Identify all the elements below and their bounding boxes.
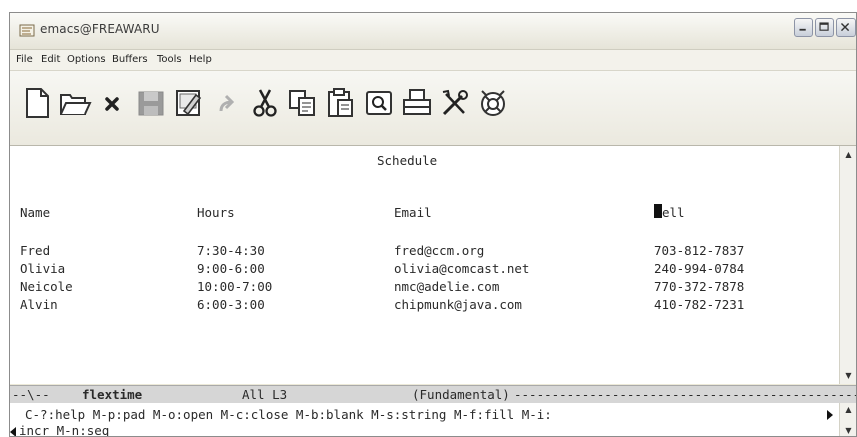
cell-phone: 410-782-7231 <box>654 297 745 312</box>
cell-email: fred@ccm.org <box>394 243 485 258</box>
cell-phone: 240-994-0784 <box>654 261 745 276</box>
text-cursor <box>654 204 662 218</box>
toolbar <box>10 71 856 146</box>
cell-hours: 10:00-7:00 <box>197 279 273 294</box>
maximize-icon <box>819 22 829 31</box>
cell-email: olivia@comcast.net <box>394 261 530 276</box>
cut-icon <box>253 89 277 117</box>
preferences-button[interactable] <box>438 86 472 120</box>
cut-button[interactable] <box>248 86 282 120</box>
modeline-position: All L3 <box>242 387 288 402</box>
minimize-button[interactable] <box>794 18 813 37</box>
modeline-mode: (Fundamental) <box>412 387 510 402</box>
maximize-button[interactable] <box>815 18 834 37</box>
menu-bar: File Edit Options Buffers Tools Help <box>10 50 856 71</box>
print-icon <box>403 89 431 115</box>
cell-email: nmc@adelie.com <box>394 279 500 294</box>
cell-name: Fred <box>20 243 51 258</box>
window-title: emacs@FREAWARU <box>40 22 160 36</box>
undo-button[interactable] <box>210 86 244 120</box>
minibuffer-scroll-down-icon[interactable]: ▼ <box>840 424 856 436</box>
mode-line: --\-- flextime All L3 (Fundamental) ----… <box>10 385 856 403</box>
preferences-icon <box>442 89 468 116</box>
modeline-fill: ----------------------------------------… <box>514 387 857 402</box>
paste-icon <box>328 88 353 117</box>
minibuffer[interactable]: C-?:help M-p:pad M-o:open M-c:close M-b:… <box>10 403 856 437</box>
cell-phone: 770-372-7878 <box>654 279 745 294</box>
scroll-down-icon[interactable]: ▼ <box>840 367 856 384</box>
continuation-arrow-icon <box>827 410 833 420</box>
print-button[interactable] <box>400 86 434 120</box>
continuation-arrow-left-icon <box>10 427 16 436</box>
cell-hours: 6:00-3:00 <box>197 297 265 312</box>
minibuffer-line-1: C-?:help M-p:pad M-o:open M-c:close M-b:… <box>25 407 552 422</box>
close-buffer-button[interactable] <box>96 86 130 120</box>
cell-name: Olivia <box>20 261 66 276</box>
scroll-up-icon[interactable]: ▲ <box>840 146 856 163</box>
close-icon <box>105 97 119 111</box>
open-folder-icon <box>60 94 92 115</box>
minimize-icon <box>799 28 806 31</box>
cell-email: chipmunk@java.com <box>394 297 522 312</box>
new-file-button[interactable] <box>20 86 54 120</box>
close-window-button[interactable] <box>836 18 856 37</box>
minibuffer-scroll-up-icon[interactable]: ▲ <box>840 403 856 417</box>
save-as-icon <box>176 90 202 116</box>
open-button[interactable] <box>58 86 92 120</box>
save-as-button[interactable] <box>172 86 206 120</box>
column-header-email: Email <box>394 205 432 220</box>
minibuffer-line-2: incr M-n:seq <box>19 423 110 437</box>
copy-icon <box>289 90 315 116</box>
cell-hours: 7:30-4:30 <box>197 243 265 258</box>
close-window-icon <box>840 22 850 32</box>
menu-tools[interactable]: Tools <box>157 54 182 65</box>
new-file-icon <box>26 88 49 118</box>
cell-name: Alvin <box>20 297 58 312</box>
menu-edit[interactable]: Edit <box>41 54 60 65</box>
menu-buffers[interactable]: Buffers <box>112 54 148 65</box>
copy-button[interactable] <box>286 86 320 120</box>
title-bar[interactable]: emacs@FREAWARU <box>10 13 856 50</box>
search-icon <box>366 91 392 115</box>
search-button[interactable] <box>362 86 396 120</box>
column-header-hours: Hours <box>197 205 235 220</box>
help-button[interactable] <box>476 86 510 120</box>
modeline-buffer-name: flextime <box>82 387 143 402</box>
save-button[interactable] <box>134 86 168 120</box>
emacs-app-icon <box>19 24 35 37</box>
undo-icon <box>219 94 235 112</box>
info-icon <box>481 90 505 116</box>
column-header-cell: ell <box>662 205 685 220</box>
cell-name: Neicole <box>20 279 73 294</box>
menu-help[interactable]: Help <box>189 54 212 65</box>
paste-button[interactable] <box>324 86 358 120</box>
save-icon <box>138 91 164 116</box>
menu-options[interactable]: Options <box>67 54 106 65</box>
minibuffer-scrollbar[interactable]: ▲ ▼ <box>839 403 856 436</box>
cell-phone: 703-812-7837 <box>654 243 745 258</box>
editor-text-area[interactable]: Schedule Name Hours Email ell Fred 7:30-… <box>10 146 839 384</box>
buffer-title: Schedule <box>377 153 438 168</box>
modeline-prefix: --\-- <box>12 387 50 402</box>
column-header-name: Name <box>20 205 51 220</box>
cell-hours: 9:00-6:00 <box>197 261 265 276</box>
menu-file[interactable]: File <box>16 54 33 65</box>
emacs-window: emacs@FREAWARU File Edit Options Buffers… <box>9 12 857 437</box>
vertical-scrollbar[interactable]: ▲ ▼ <box>839 146 856 384</box>
